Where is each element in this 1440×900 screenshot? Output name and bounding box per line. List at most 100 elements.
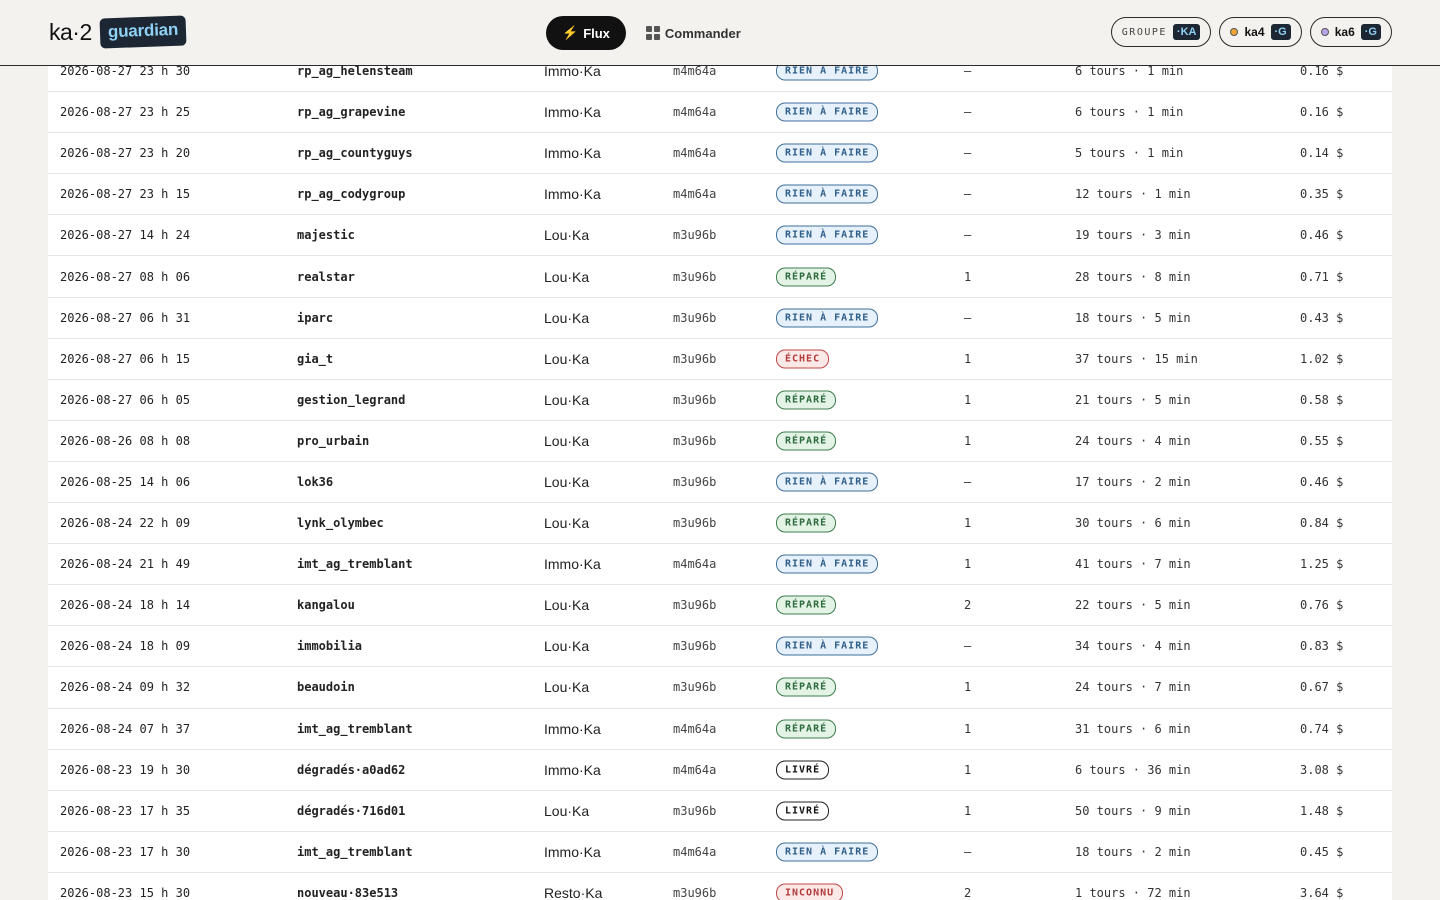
row-name: majestic: [297, 228, 355, 243]
runs-table: 2026-08-27 23 h 30 rp_ag_helensteam Immo·K…: [48, 51, 1392, 900]
row-count: 1: [964, 269, 972, 284]
table-row[interactable]: 2026-08-24 22 h 09 lynk_olymbec Lou·Ka m3u9…: [48, 503, 1392, 545]
ka4-tag: ·G: [1270, 24, 1291, 40]
row-client: Immo·Ka: [544, 556, 601, 573]
table-row[interactable]: 2026-08-24 07 h 37 imt_ag_tremblant Immo·K…: [48, 709, 1392, 750]
row-client: Lou·Ka: [544, 473, 590, 490]
table-row[interactable]: 2026-08-27 14 h 24 majestic Lou·Ka m3u96b RI…: [48, 215, 1392, 257]
row-ref: m3u96b: [673, 433, 717, 448]
row-client: Lou·Ka: [544, 391, 590, 408]
group-pill[interactable]: GROUPE ·KA: [1110, 17, 1212, 47]
table-row[interactable]: 2026-08-27 08 h 06 realstar Lou·Ka m3u96b RÉ…: [48, 256, 1392, 298]
row-client: Lou·Ka: [544, 309, 590, 326]
row-client: Immo·Ka: [544, 720, 601, 737]
row-cost: 0.35 $: [1300, 187, 1344, 202]
table-row[interactable]: 2026-08-23 17 h 35 dégradés·716d01 Lou·Ka m…: [48, 791, 1392, 832]
row-name: rp_ag_countyguys: [297, 146, 413, 161]
row-client: Lou·Ka: [544, 350, 590, 367]
table-row[interactable]: 2026-08-27 23 h 20 rp_ag_countyguys Immo·K…: [48, 133, 1392, 175]
row-date: 2026-08-23 17 h 35: [60, 803, 191, 818]
row-name: beaudoin: [297, 680, 355, 695]
row-date: 2026-08-24 21 h 49: [60, 557, 191, 572]
row-status: RIEN À FAIRE: [776, 143, 879, 163]
row-client: Resto·Ka: [544, 884, 603, 900]
row-name: lok36: [297, 474, 334, 489]
row-client: Immo·Ka: [544, 843, 601, 860]
row-ref: m3u96b: [673, 885, 717, 900]
ka4-name: ka4: [1244, 25, 1265, 39]
row-status: RIEN À FAIRE: [776, 842, 879, 862]
row-tours: 22 tours · 5 min: [1075, 598, 1191, 613]
app-logo[interactable]: ka·2 guardian: [49, 15, 187, 49]
row-status: RIEN À FAIRE: [776, 225, 879, 245]
nav-flux-button[interactable]: ⚡ Flux: [546, 16, 626, 50]
row-date: 2026-08-23 19 h 30: [60, 762, 191, 777]
row-count: —: [964, 228, 972, 243]
table-row[interactable]: 2026-08-24 21 h 49 imt_ag_tremblant Immo·K…: [48, 544, 1392, 586]
table-row[interactable]: 2026-08-23 17 h 30 imt_ag_tremblant Immo·K…: [48, 832, 1392, 873]
row-count: 1: [964, 680, 972, 695]
row-cost: 0.46 $: [1300, 228, 1344, 243]
row-tours: 19 tours · 3 min: [1075, 228, 1191, 243]
row-count: —: [964, 146, 972, 161]
table-row[interactable]: 2026-08-23 15 h 30 nouveau·83e513 Resto·Ka…: [48, 873, 1392, 900]
table-row[interactable]: 2026-08-26 08 h 08 pro_urbain Lou·Ka m3u96b…: [48, 421, 1392, 462]
table-row[interactable]: 2026-08-24 18 h 09 immobilia Lou·Ka m3u96b R…: [48, 626, 1392, 668]
table-row[interactable]: 2026-08-27 06 h 15 gia_t Lou·Ka m3u96b ÉCHEC…: [48, 339, 1392, 380]
row-date: 2026-08-23 15 h 30: [60, 885, 191, 900]
row-ref: m4m64a: [673, 105, 717, 120]
status-badge: LIVRÉ: [776, 801, 830, 821]
ka4-pill[interactable]: ka4 ·G: [1219, 17, 1302, 47]
table-row[interactable]: 2026-08-27 23 h 15 rp_ag_codygroup Immo·Ka…: [48, 174, 1392, 216]
ka6-pill[interactable]: ka6 ·G: [1309, 17, 1392, 47]
status-dot-icon: [1230, 28, 1239, 36]
row-cost: 0.16 $: [1300, 64, 1344, 79]
row-name: dégradés·716d01: [297, 803, 406, 818]
row-date: 2026-08-24 22 h 09: [60, 516, 191, 531]
row-cost: 1.48 $: [1300, 803, 1344, 818]
row-name: iparc: [297, 310, 334, 325]
row-count: —: [964, 310, 972, 325]
table-row[interactable]: 2026-08-27 23 h 25 rp_ag_grapevine Immo·Ka…: [48, 92, 1392, 134]
row-count: —: [964, 187, 972, 202]
row-client: Immo·Ka: [544, 104, 601, 121]
row-tours: 6 tours · 36 min: [1075, 762, 1191, 777]
top-bar: ka·2 guardian ⚡ Flux Commander GROUPE ·K…: [0, 0, 1440, 66]
row-date: 2026-08-25 14 h 06: [60, 474, 191, 489]
row-tours: 12 tours · 1 min: [1075, 187, 1191, 202]
row-ref: m3u96b: [673, 474, 717, 489]
status-badge: RÉPARÉ: [776, 595, 837, 615]
row-cost: 0.71 $: [1300, 269, 1344, 284]
row-ref: m4m64a: [673, 64, 717, 79]
table-row[interactable]: 2026-08-24 18 h 14 kangalou Lou·Ka m3u96b RÉ…: [48, 585, 1392, 627]
table-row[interactable]: 2026-08-23 19 h 30 dégradés·a0ad62 Immo·Ka…: [48, 750, 1392, 791]
row-ref: m3u96b: [673, 392, 717, 407]
row-name: pro_urbain: [297, 433, 370, 448]
row-status: LIVRÉ: [776, 760, 830, 780]
row-cost: 0.67 $: [1300, 680, 1344, 695]
row-ref: m4m64a: [673, 146, 717, 161]
row-count: 1: [964, 803, 972, 818]
row-date: 2026-08-24 09 h 32: [60, 680, 191, 695]
row-status: RIEN À FAIRE: [776, 636, 879, 656]
table-row[interactable]: 2026-08-24 09 h 32 beaudoin Lou·Ka m3u96b RÉ…: [48, 667, 1392, 709]
nav-commander-button[interactable]: Commander: [645, 16, 741, 50]
row-status: RÉPARÉ: [776, 431, 837, 451]
table-row[interactable]: 2026-08-27 06 h 05 gestion_legrand Lou·Ka m…: [48, 380, 1392, 421]
table-row[interactable]: 2026-08-25 14 h 06 lok36 Lou·Ka m3u96b RIEN …: [48, 462, 1392, 504]
row-name: dégradés·a0ad62: [297, 762, 406, 777]
row-name: realstar: [297, 269, 355, 284]
row-count: 1: [964, 557, 972, 572]
status-badge: RIEN À FAIRE: [776, 472, 879, 492]
row-cost: 3.64 $: [1300, 885, 1344, 900]
row-client: Lou·Ka: [544, 597, 590, 614]
row-name: gestion_legrand: [297, 392, 406, 407]
status-badge: RÉPARÉ: [776, 513, 837, 533]
row-cost: 0.55 $: [1300, 433, 1344, 448]
nav-commander-label: Commander: [664, 25, 741, 41]
row-status: ÉCHEC: [776, 349, 830, 369]
table-row[interactable]: 2026-08-27 06 h 31 iparc Lou·Ka m3u96b RIEN …: [48, 298, 1392, 339]
status-badge: RÉPARÉ: [776, 431, 837, 451]
row-cost: 1.02 $: [1300, 351, 1344, 366]
row-ref: m4m64a: [673, 187, 717, 202]
